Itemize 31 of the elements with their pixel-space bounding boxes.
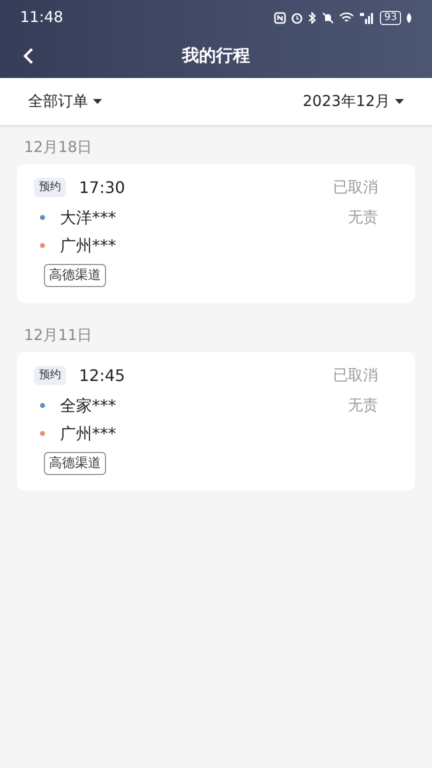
status-time: 11:48 [20,7,64,28]
trip-status: 已取消 [333,177,378,198]
trip-card[interactable]: 预约 12:45 已取消 全家*** 广州*** 无责 高德渠道 [17,352,415,491]
bluetooth-icon [308,12,318,24]
stop-name: 全家*** [60,394,116,416]
filter-dropdown[interactable]: 2023年12月 [302,90,404,113]
nfc-icon [274,12,286,24]
stop-name: 大洋*** [60,206,116,228]
back-button[interactable] [22,47,34,65]
reservation-badge: 预约 [34,178,66,197]
alarm-icon [291,12,304,24]
reservation-badge: 预约 [34,366,66,385]
channel-tag: 高德渠道 [44,452,106,475]
caret-icon [93,98,102,104]
trip-status: 已取消 [333,365,378,386]
liability-note: 无责 [348,206,378,228]
trip-time: 17:30 [79,176,126,198]
stop-name: 广州*** [60,422,116,444]
signal-icon [359,12,376,24]
caret-icon [395,98,404,104]
date-heading: 12月11日 [23,325,94,346]
channel-tag: 高德渠道 [44,264,106,287]
battery-level: 93 [380,10,401,24]
trip-card[interactable]: 预约 17:30 已取消 大洋*** 广州*** 无责 高德渠道 [17,164,415,303]
trip-time: 12:45 [79,364,126,386]
filter-dropdown[interactable]: 全部订单 [28,90,102,113]
liability-note: 无责 [348,394,378,416]
wifi-icon [339,12,354,24]
stop-name: 广州*** [60,234,116,256]
date-heading: 12月18日 [23,137,94,158]
page-title: 我的行程 [182,44,250,68]
